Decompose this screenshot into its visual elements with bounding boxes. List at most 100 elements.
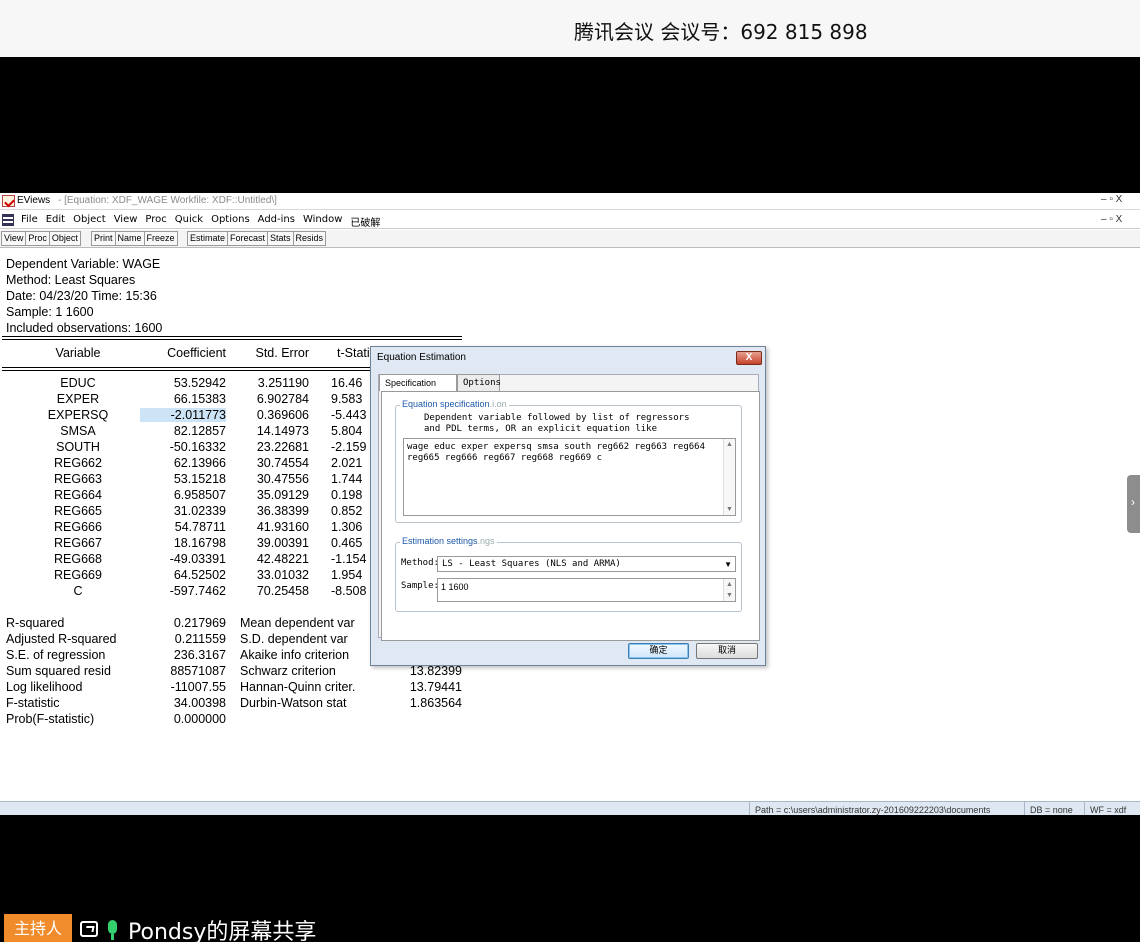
doc-window-controls[interactable]: – ▫ X [1101,214,1122,225]
sample-value: 1 1600 [441,582,469,592]
toolbar-freeze-button[interactable]: Freeze [143,231,178,246]
app-name: EViews [17,195,51,206]
window-title: - [Equation: XDF_WAGE Workfile: XDF::Unt… [58,195,277,206]
t-stat-value: 1.744 [331,472,363,486]
menu-quick[interactable]: Quick [175,214,203,229]
std-error-value: 39.00391 [256,536,309,550]
spec-instruction-line-2: and PDL terms, OR an explicit equation l… [424,424,657,434]
equation-text-area[interactable]: wage educ exper expersq smsa south reg66… [403,438,736,516]
col-header-t-stat: t-Stati [337,346,370,360]
std-error-value: 42.48221 [256,552,309,566]
status-workfile: WF = xdf [1090,805,1127,815]
toolbar-view-button[interactable]: View [1,231,27,246]
stat-label: Adjusted R-squared [6,632,117,646]
toolbar-object-button[interactable]: Object [48,231,81,246]
stat-value: 1.863564 [409,696,462,710]
coefficient-value: -597.7462 [169,584,226,598]
variable-name: REG662 [54,456,102,470]
col-header-variable: Variable [55,346,101,360]
scroll-down-icon[interactable]: ▼ [726,592,733,599]
coefficient-value: 53.15218 [173,472,226,486]
toolbar-print-button[interactable]: Print [91,231,116,246]
status-separator [749,802,750,815]
sample-scrollbar[interactable]: ▲ ▼ [723,579,735,601]
stat-label: Log likelihood [6,680,83,694]
scroll-down-icon[interactable]: ▼ [726,506,733,513]
menu-window[interactable]: Window [303,214,342,229]
col-header-coefficient: Coefficient [167,346,226,360]
std-error-value: 33.01032 [256,568,309,582]
app-window-controls[interactable]: – ▫ X [1101,194,1122,205]
toolbar-estimate-button[interactable]: Estimate [187,231,229,246]
method-select[interactable]: LS - Least Squares (NLS and ARMA) ▼ [437,556,736,572]
menu-view[interactable]: View [114,214,138,229]
ok-button[interactable]: 确定 [628,643,689,659]
eviews-app-icon [2,195,15,207]
coefficient-value: 54.78711 [174,520,226,534]
col-header-std-error: Std. Error [255,346,310,360]
estimation-settings-label: Estimation settings.ngs [400,536,497,546]
t-stat-value: 0.852 [331,504,363,518]
equation-line-2: reg665 reg666 reg667 reg668 reg669 c [407,453,603,463]
tab-specification[interactable]: Specification [379,374,457,391]
toolbar-stats-button[interactable]: Stats [267,231,294,246]
specification-panel: Equation specification.i.on Dependent va… [381,391,760,641]
coefficient-value: -50.16332 [169,440,226,454]
std-error-value: 6.902784 [256,392,309,406]
chevron-down-icon[interactable]: ▼ [724,560,732,569]
toolbar-resids-button[interactable]: Resids [292,231,327,246]
meeting-id: 腾讯会议 会议号：692 815 898 [574,20,868,44]
estimation-settings-group: Estimation settings.ngs Method: LS - Lea… [395,536,742,612]
sample-input[interactable]: 1 1600 ▲ ▼ [437,578,736,602]
tab-options[interactable]: Options [457,374,501,391]
stat-label: Schwarz criterion [240,664,336,678]
scroll-up-icon[interactable]: ▲ [726,581,733,588]
stat-label: Mean dependent var [240,616,355,630]
chevron-right-icon: › [1131,495,1135,509]
observations-line: Included observations: 1600 [6,321,163,335]
std-error-value: 0.369606 [256,408,309,422]
t-stat-value: 1.954 [331,568,363,582]
toolbar-name-button[interactable]: Name [114,231,145,246]
document-menu-icon[interactable] [2,214,14,226]
t-stat-value: -5.443 [331,408,367,422]
menu-options[interactable]: Options [211,214,250,229]
scroll-up-icon[interactable]: ▲ [726,441,733,448]
toolbar-proc-button[interactable]: Proc [25,231,50,246]
t-stat-value: 5.804 [331,424,363,438]
equation-estimation-dialog: Equation Estimation X Specification Opti… [370,346,766,666]
menu-file[interactable]: File [21,214,38,229]
menu-add-ins[interactable]: Add-ins [258,214,295,229]
date-line: Date: 04/23/20 Time: 15:36 [6,289,157,303]
variable-name: REG669 [54,568,102,582]
coefficient-value: 64.52502 [173,568,226,582]
method-label: Method: [401,558,439,568]
status-separator [1084,802,1085,815]
toolbar-forecast-button[interactable]: Forecast [227,231,269,246]
screen-share-side-tab[interactable]: › [1127,475,1140,533]
menu-object[interactable]: Object [73,214,106,229]
coefficient-value: -2.011773 [140,408,226,422]
equation-specification-label: Equation specification.i.on [400,399,509,409]
t-stat-value: -8.508 [331,584,367,598]
meeting-bar: 腾讯会议 会议号：692 815 898 [0,0,1140,57]
stat-value: 13.79441 [409,680,462,694]
cancel-button[interactable]: 取消 [696,643,758,659]
variable-name: EXPER [56,392,100,406]
close-icon[interactable]: X [736,351,762,365]
menu-cracked[interactable]: 已破解 [350,214,380,229]
equation-specification-group: Equation specification.i.on Dependent va… [395,399,742,523]
stat-value: 13.82399 [409,664,462,678]
std-error-value: 23.22681 [256,440,309,454]
menu-proc[interactable]: Proc [145,214,166,229]
t-stat-value: 0.465 [331,536,363,550]
sample-line: Sample: 1 1600 [6,305,94,319]
variable-name: SOUTH [56,440,100,454]
microphone-icon [108,920,117,940]
stat-value: 0.000000 [173,712,226,726]
menu-edit[interactable]: Edit [46,214,65,229]
variable-name: EXPERSQ [47,408,109,422]
t-stat-value: -2.159 [331,440,367,454]
status-separator [1024,802,1025,815]
equation-scrollbar[interactable]: ▲ ▼ [723,439,735,515]
